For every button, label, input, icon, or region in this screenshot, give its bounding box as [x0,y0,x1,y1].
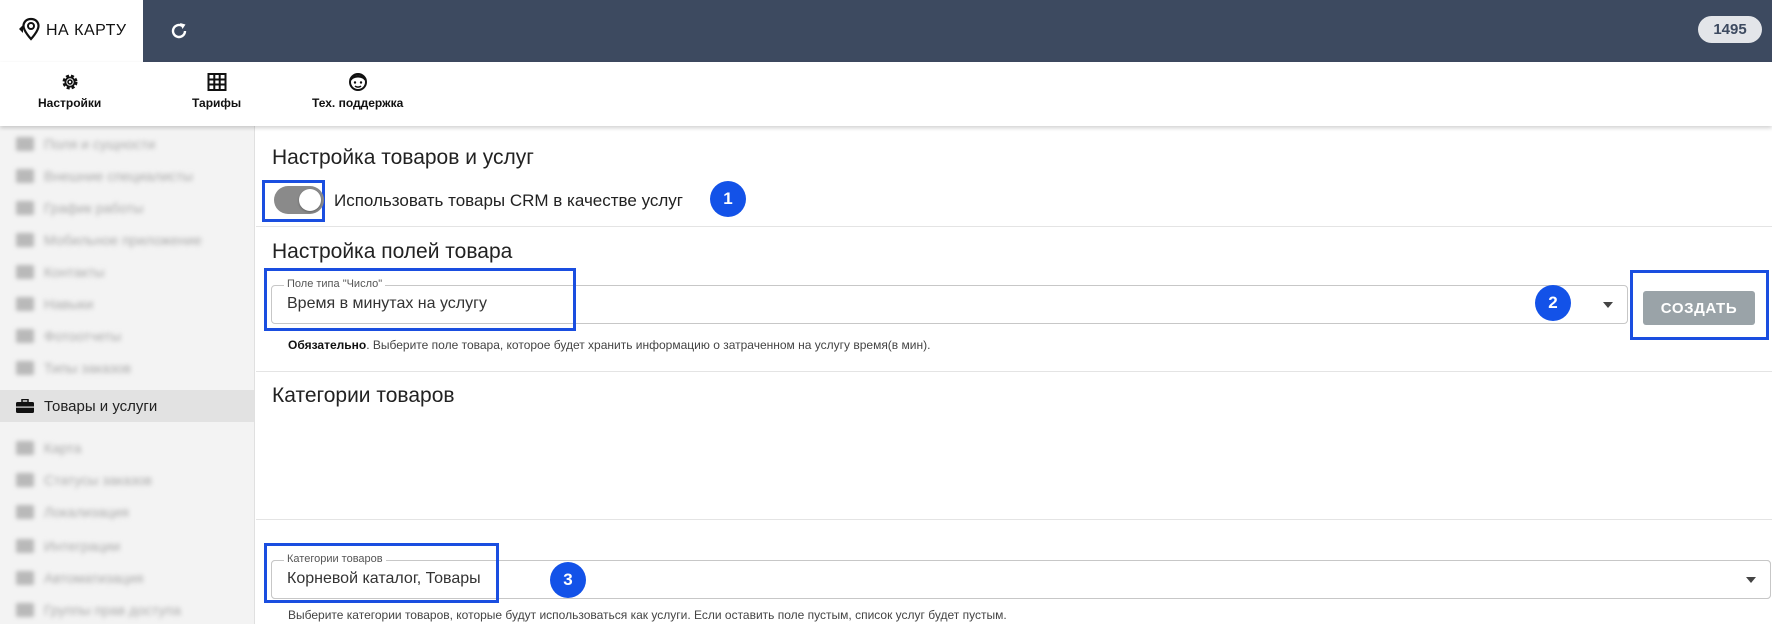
sidebar-item-contacts[interactable]: Контакты [0,256,254,288]
main-content: Настройка товаров и услуг Использовать т… [256,126,1772,624]
briefcase-icon [16,398,34,413]
balance-badge: 1495 [1698,16,1762,43]
sidebar-icon [16,539,34,553]
sidebar-icon [16,169,34,183]
sidebar-icon [16,361,34,375]
sidebar-item-mobile[interactable]: Мобильное приложение [0,224,254,256]
use-crm-products-label: Использовать товары CRM в качестве услуг [334,191,683,210]
sidebar-icon [16,233,34,247]
sidebar-item-order-statuses[interactable]: Статусы заказов [0,464,254,496]
chevron-down-icon[interactable] [1746,577,1756,583]
toolbar-support[interactable]: Тех. поддержка [312,72,403,110]
toolbar-settings-label: Настройки [38,96,102,110]
use-crm-products-toggle[interactable] [274,186,324,214]
support-icon [348,73,367,91]
refresh-button[interactable] [166,18,192,44]
toolbar-tariffs-label: Тарифы [192,96,242,110]
sidebar-item-order-types[interactable]: Типы заказов [0,352,254,384]
sidebar-item-specialists[interactable]: Внешние специалисты [0,160,254,192]
table-icon [207,73,227,91]
chevron-down-icon[interactable] [1603,302,1613,308]
map-pin-icon [16,16,42,47]
product-fields-section: Настройка полей товара Поле типа "Число"… [256,227,1772,372]
callout-marker: 3 [550,562,586,598]
highlight-box [264,543,499,603]
toggle-knob [299,189,321,211]
sidebar-item-map[interactable]: Карта [0,432,254,464]
services-settings-section: Настройка товаров и услуг Использовать т… [256,126,1772,227]
sidebar-icon [16,297,34,311]
sidebar-icon [16,603,34,617]
sidebar-icon [16,473,34,487]
services-settings-title: Настройка товаров и услуг [272,146,534,169]
sidebar-item-automation[interactable]: Автоматизация [0,562,254,594]
refresh-icon [171,23,187,39]
number-field-helper: Обязательно. Выберите поле товара, котор… [288,338,931,352]
sidebar-icon [16,441,34,455]
callout-marker: 1 [710,181,746,217]
toolbar-tariffs[interactable]: Тарифы [192,72,241,110]
sidebar-item-schedule[interactable]: График работы [0,192,254,224]
toolbar-settings[interactable]: Настройки [38,72,101,110]
sidebar-item-integrations[interactable]: Интеграции [0,530,254,562]
sidebar-item-localization[interactable]: Локализация [0,496,254,528]
logo-text: НА КАРТУ [46,22,127,39]
sidebar-item-skills[interactable]: Навыки [0,288,254,320]
toolbar: Настройки Тарифы Тех. поддержка [0,62,1772,126]
sidebar-icon [16,137,34,151]
categories-title: Категории товаров [272,384,455,407]
gear-icon [62,74,78,90]
sidebar-item-products-services[interactable]: Товары и услуги [0,390,254,422]
sidebar-item-access-groups[interactable]: Группы прав доступа [0,594,254,626]
sidebar-item-photo-reports[interactable]: Фотоотчеты [0,320,254,352]
sidebar-icon [16,505,34,519]
sidebar: Поля и сущности Внешние специалисты Граф… [0,126,255,624]
product-fields-title: Настройка полей товара [272,240,513,263]
sidebar-icon [16,265,34,279]
sidebar-icon [16,201,34,215]
create-field-button[interactable]: СОЗДАТЬ [1643,291,1755,325]
highlight-box [264,268,576,331]
sidebar-icon [16,571,34,585]
callout-marker: 2 [1535,285,1571,321]
toolbar-support-label: Тех. поддержка [312,96,404,110]
sidebar-icon [16,329,34,343]
categories-helper: Выберите категории товаров, которые буду… [288,608,1007,622]
logo-tab[interactable]: НА КАРТУ [0,0,143,62]
categories-section: Категории товаров [256,372,1772,599]
sidebar-item-fields[interactable]: Поля и сущности [0,128,254,160]
top-bar: НА КАРТУ 1495 [0,0,1772,62]
